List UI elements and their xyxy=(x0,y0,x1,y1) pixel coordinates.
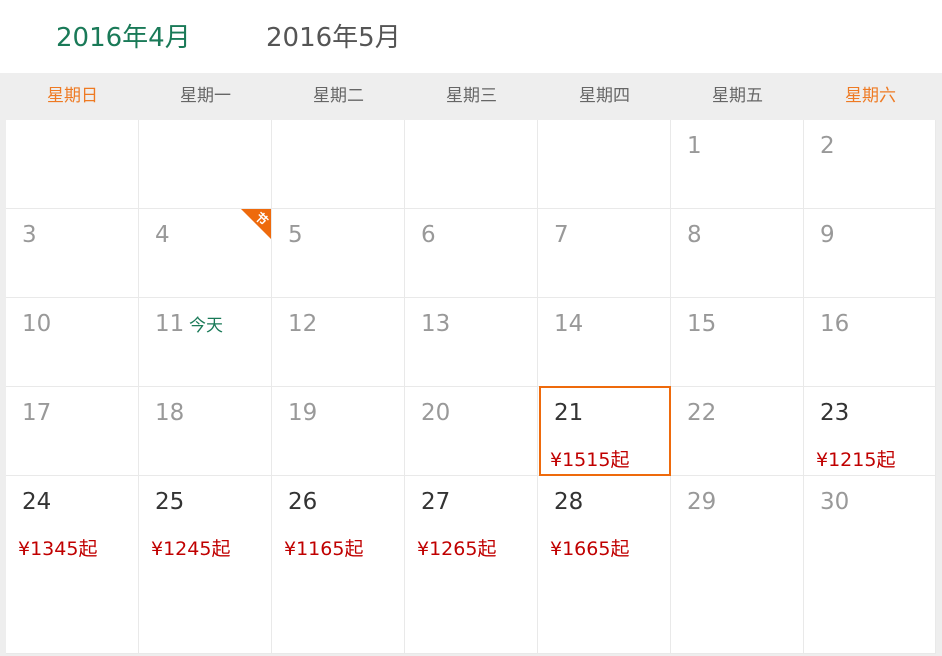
day-cell: 6 xyxy=(405,209,538,298)
day-number: 9 xyxy=(820,222,835,248)
day-cell: 13 xyxy=(405,298,538,387)
day-cell: 19 xyxy=(272,387,405,476)
day-number: 14 xyxy=(554,311,584,337)
day-number: 26 xyxy=(288,489,318,515)
day-price: ¥1245起 xyxy=(151,538,231,560)
empty-cell xyxy=(405,120,538,209)
day-number: 20 xyxy=(421,400,451,426)
day-cell: 4节 xyxy=(139,209,272,298)
day-price: ¥1665起 xyxy=(550,538,630,560)
day-cell: 14 xyxy=(538,298,671,387)
day-number: 29 xyxy=(687,489,717,515)
day-number: 24 xyxy=(22,489,52,515)
day-number: 30 xyxy=(820,489,850,515)
day-cell: 10 xyxy=(6,298,139,387)
day-price: ¥1265起 xyxy=(417,538,497,560)
day-cell[interactable]: 25 ¥1245起 xyxy=(139,476,272,654)
weekday-tuesday: 星期二 xyxy=(313,86,364,106)
empty-cell xyxy=(6,120,139,209)
day-number: 3 xyxy=(22,222,37,248)
day-number: 25 xyxy=(155,489,185,515)
weekday-saturday: 星期六 xyxy=(845,86,896,106)
day-cell[interactable]: 23 ¥1215起 xyxy=(804,387,936,476)
today-label: 今天 xyxy=(189,316,223,336)
day-number: 11 xyxy=(155,311,185,337)
day-cell[interactable]: 24 ¥1345起 xyxy=(6,476,139,654)
day-cell: 30 xyxy=(804,476,936,654)
weekday-header: 星期日 星期一 星期二 星期三 星期四 星期五 星期六 xyxy=(0,73,942,119)
tab-april-2016[interactable]: 2016年4月 xyxy=(56,20,191,56)
day-number: 1 xyxy=(687,133,702,159)
day-cell: 2 xyxy=(804,120,936,209)
day-cell: 18 xyxy=(139,387,272,476)
day-cell: 15 xyxy=(671,298,804,387)
empty-cell xyxy=(538,120,671,209)
tab-may-2016[interactable]: 2016年5月 xyxy=(266,20,401,56)
day-number: 17 xyxy=(22,400,52,426)
day-cell[interactable]: 28 ¥1665起 xyxy=(538,476,671,654)
day-cell: 16 xyxy=(804,298,936,387)
day-cell: 11 今天 xyxy=(139,298,272,387)
day-price: ¥1165起 xyxy=(284,538,364,560)
day-number: 4 xyxy=(155,222,170,248)
day-number: 8 xyxy=(687,222,702,248)
day-cell[interactable]: 21 ¥1515起 xyxy=(538,387,671,476)
day-number: 7 xyxy=(554,222,569,248)
day-cell: 20 xyxy=(405,387,538,476)
calendar-widget: 2016年4月 2016年5月 星期日 星期一 星期二 星期三 星期四 星期五 … xyxy=(0,0,942,656)
empty-cell xyxy=(139,120,272,209)
day-number: 15 xyxy=(687,311,717,337)
day-number: 21 xyxy=(554,400,584,426)
day-cell: 12 xyxy=(272,298,405,387)
day-number: 12 xyxy=(288,311,318,337)
day-number: 10 xyxy=(22,311,52,337)
empty-cell xyxy=(272,120,405,209)
weekday-wednesday: 星期三 xyxy=(446,86,497,106)
day-number: 28 xyxy=(554,489,584,515)
day-number: 18 xyxy=(155,400,185,426)
day-number: 2 xyxy=(820,133,835,159)
calendar-grid: 1 2 3 4 节 5 6 7 8 9 10 11 今天 12 13 14 15 16 17 18 19 20 21 ¥151… xyxy=(6,120,936,654)
day-cell: 22 xyxy=(671,387,804,476)
day-number: 22 xyxy=(687,400,717,426)
day-cell: 5 xyxy=(272,209,405,298)
day-cell: 8 xyxy=(671,209,804,298)
day-number: 27 xyxy=(421,489,451,515)
day-cell: 29 xyxy=(671,476,804,654)
day-number: 13 xyxy=(421,311,451,337)
weekday-friday: 星期五 xyxy=(712,86,763,106)
day-number: 5 xyxy=(288,222,303,248)
day-cell: 7 xyxy=(538,209,671,298)
day-cell: 9 xyxy=(804,209,936,298)
weekday-sunday: 星期日 xyxy=(47,86,98,106)
day-cell[interactable]: 26 ¥1165起 xyxy=(272,476,405,654)
day-cell[interactable]: 27 ¥1265起 xyxy=(405,476,538,654)
day-cell: 1 xyxy=(671,120,804,209)
day-cell: 17 xyxy=(6,387,139,476)
day-number: 6 xyxy=(421,222,436,248)
day-price: ¥1515起 xyxy=(550,449,630,471)
day-number: 23 xyxy=(820,400,850,426)
day-price: ¥1345起 xyxy=(18,538,98,560)
day-number: 16 xyxy=(820,311,850,337)
day-cell: 3 xyxy=(6,209,139,298)
month-tabs: 2016年4月 2016年5月 xyxy=(0,0,942,74)
weekday-monday: 星期一 xyxy=(180,86,231,106)
day-number: 19 xyxy=(288,400,318,426)
day-price: ¥1215起 xyxy=(816,449,896,471)
holiday-flag-icon: 节 xyxy=(241,209,271,239)
weekday-thursday: 星期四 xyxy=(579,86,630,106)
